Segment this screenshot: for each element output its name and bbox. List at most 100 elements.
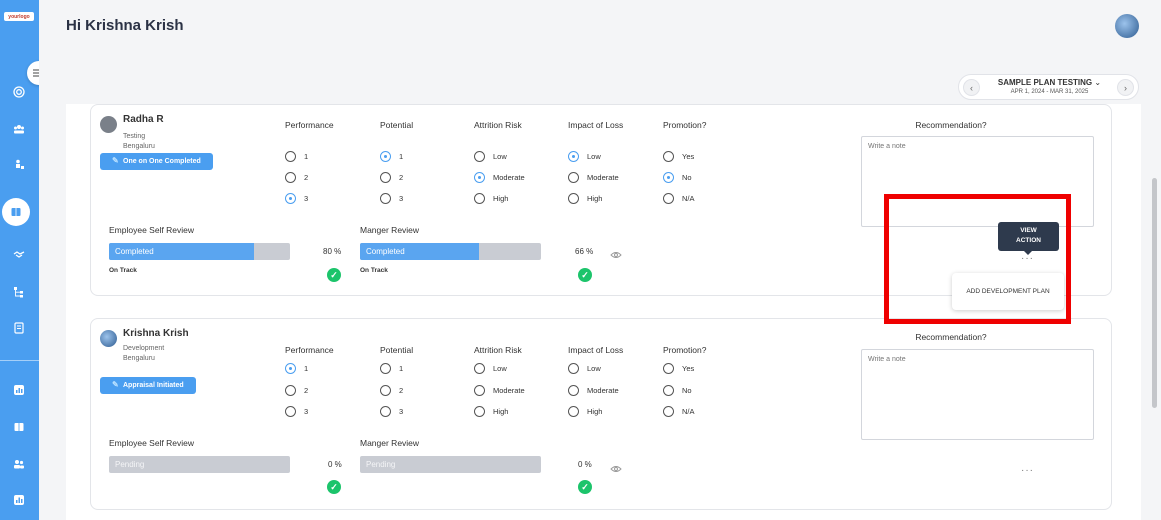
users-icon[interactable] xyxy=(11,456,27,472)
impact-option[interactable]: Moderate xyxy=(568,172,619,183)
radio-button[interactable] xyxy=(568,172,579,183)
chart-icon[interactable] xyxy=(11,382,27,398)
radio-button-selected[interactable] xyxy=(285,193,296,204)
scrollbar[interactable] xyxy=(1149,0,1161,520)
promotion-option[interactable]: N/A xyxy=(663,193,695,204)
option-label: High xyxy=(587,194,603,203)
performance-option[interactable]: 2 xyxy=(285,172,308,183)
sidebar-active-item[interactable] xyxy=(0,196,39,228)
impact-option[interactable]: High xyxy=(568,193,602,204)
performance-option[interactable]: 3 xyxy=(285,193,308,204)
status-badge-label: Appraisal Initiated xyxy=(123,382,184,389)
status-badge[interactable]: ✎ Appraisal Initiated xyxy=(100,377,196,394)
attrition-option[interactable]: Moderate xyxy=(474,385,525,396)
scrollbar-thumb[interactable] xyxy=(1152,178,1157,408)
impact-option[interactable]: Moderate xyxy=(568,385,619,396)
radio-button[interactable] xyxy=(474,151,485,162)
potential-option[interactable]: 2 xyxy=(380,385,403,396)
potential-option[interactable]: 2 xyxy=(380,172,403,183)
eye-icon[interactable] xyxy=(610,251,622,259)
recommendation-note-input[interactable] xyxy=(861,349,1094,440)
handshake-icon[interactable] xyxy=(11,246,27,262)
promotion-option[interactable]: No xyxy=(663,385,692,396)
performance-option[interactable]: 1 xyxy=(285,363,308,374)
potential-heading: Potential xyxy=(380,120,414,130)
radio-button[interactable] xyxy=(380,385,391,396)
radio-button[interactable] xyxy=(663,151,674,162)
performance-option[interactable]: 3 xyxy=(285,406,308,417)
promotion-option[interactable]: N/A xyxy=(663,406,695,417)
org-chart-icon[interactable] xyxy=(11,284,27,300)
impact-option[interactable]: Low xyxy=(568,151,601,162)
employee-location: Bengaluru xyxy=(123,355,155,362)
radio-button[interactable] xyxy=(285,172,296,183)
attrition-option[interactable]: Moderate xyxy=(474,172,525,183)
plan-selector[interactable]: ‹ SAMPLE PLAN TESTING ⌄ APR 1, 2024 - MA… xyxy=(958,74,1139,100)
promotion-option[interactable]: Yes xyxy=(663,363,694,374)
more-actions-button[interactable]: ··· xyxy=(1021,465,1034,476)
potential-option[interactable]: 3 xyxy=(380,406,403,417)
potential-option[interactable]: 1 xyxy=(380,363,403,374)
option-label: Yes xyxy=(682,364,695,373)
promotion-heading: Promotion? xyxy=(663,120,707,130)
edit-icon: ✎ xyxy=(112,380,119,389)
radio-button-selected[interactable] xyxy=(285,363,296,374)
book-alt-icon[interactable] xyxy=(11,419,27,435)
progress-label: Pending xyxy=(115,460,145,469)
employee-department: Testing xyxy=(123,133,146,140)
target-icon[interactable] xyxy=(11,84,27,100)
radio-button[interactable] xyxy=(568,385,579,396)
radio-button[interactable] xyxy=(285,151,296,162)
option-label: N/A xyxy=(682,407,695,416)
radio-button-selected[interactable] xyxy=(568,151,579,162)
attrition-option[interactable]: Low xyxy=(474,151,507,162)
add-development-plan-menu-item[interactable]: ADD DEVELOPMENT PLAN xyxy=(952,273,1064,310)
radio-button[interactable] xyxy=(285,406,296,417)
document-icon[interactable] xyxy=(11,320,27,336)
radio-button[interactable] xyxy=(663,193,674,204)
radio-button-selected[interactable] xyxy=(663,172,674,183)
radio-button[interactable] xyxy=(474,385,485,396)
radio-button-selected[interactable] xyxy=(474,172,485,183)
attrition-option[interactable]: Low xyxy=(474,363,507,374)
radio-button[interactable] xyxy=(380,363,391,374)
radio-button[interactable] xyxy=(380,172,391,183)
performance-option[interactable]: 2 xyxy=(285,385,308,396)
attrition-option[interactable]: High xyxy=(474,406,508,417)
performance-option[interactable]: 1 xyxy=(285,151,308,162)
impact-option[interactable]: Low xyxy=(568,363,601,374)
option-label: High xyxy=(587,407,603,416)
team-icon[interactable] xyxy=(11,121,27,137)
eye-icon[interactable] xyxy=(610,465,622,473)
radio-button[interactable] xyxy=(474,363,485,374)
person-tree-icon[interactable] xyxy=(11,157,27,173)
potential-option[interactable]: 1 xyxy=(380,151,403,162)
impact-option[interactable]: High xyxy=(568,406,602,417)
radio-button[interactable] xyxy=(663,385,674,396)
radio-button[interactable] xyxy=(568,193,579,204)
radio-button[interactable] xyxy=(474,406,485,417)
radio-button[interactable] xyxy=(285,385,296,396)
attrition-option[interactable]: High xyxy=(474,193,508,204)
plan-title[interactable]: SAMPLE PLAN TESTING ⌄ xyxy=(959,78,1140,87)
promotion-option[interactable]: Yes xyxy=(663,151,694,162)
radio-button[interactable] xyxy=(380,406,391,417)
option-label: No xyxy=(682,173,692,182)
promotion-option[interactable]: No xyxy=(663,172,692,183)
option-label: Low xyxy=(587,152,601,161)
radio-button[interactable] xyxy=(663,406,674,417)
radio-button[interactable] xyxy=(380,193,391,204)
radio-button[interactable] xyxy=(568,406,579,417)
manager-review-percent: 0 % xyxy=(578,460,592,469)
recommendation-note-input[interactable] xyxy=(861,136,1094,227)
plan-next-button[interactable]: › xyxy=(1117,79,1134,96)
status-badge[interactable]: ✎ One on One Completed xyxy=(100,153,213,170)
user-avatar[interactable] xyxy=(1115,14,1139,38)
radio-button-selected[interactable] xyxy=(380,151,391,162)
potential-option[interactable]: 3 xyxy=(380,193,403,204)
radio-button[interactable] xyxy=(474,193,485,204)
report-icon[interactable] xyxy=(11,492,27,508)
radio-button[interactable] xyxy=(663,363,674,374)
option-label: N/A xyxy=(682,194,695,203)
radio-button[interactable] xyxy=(568,363,579,374)
